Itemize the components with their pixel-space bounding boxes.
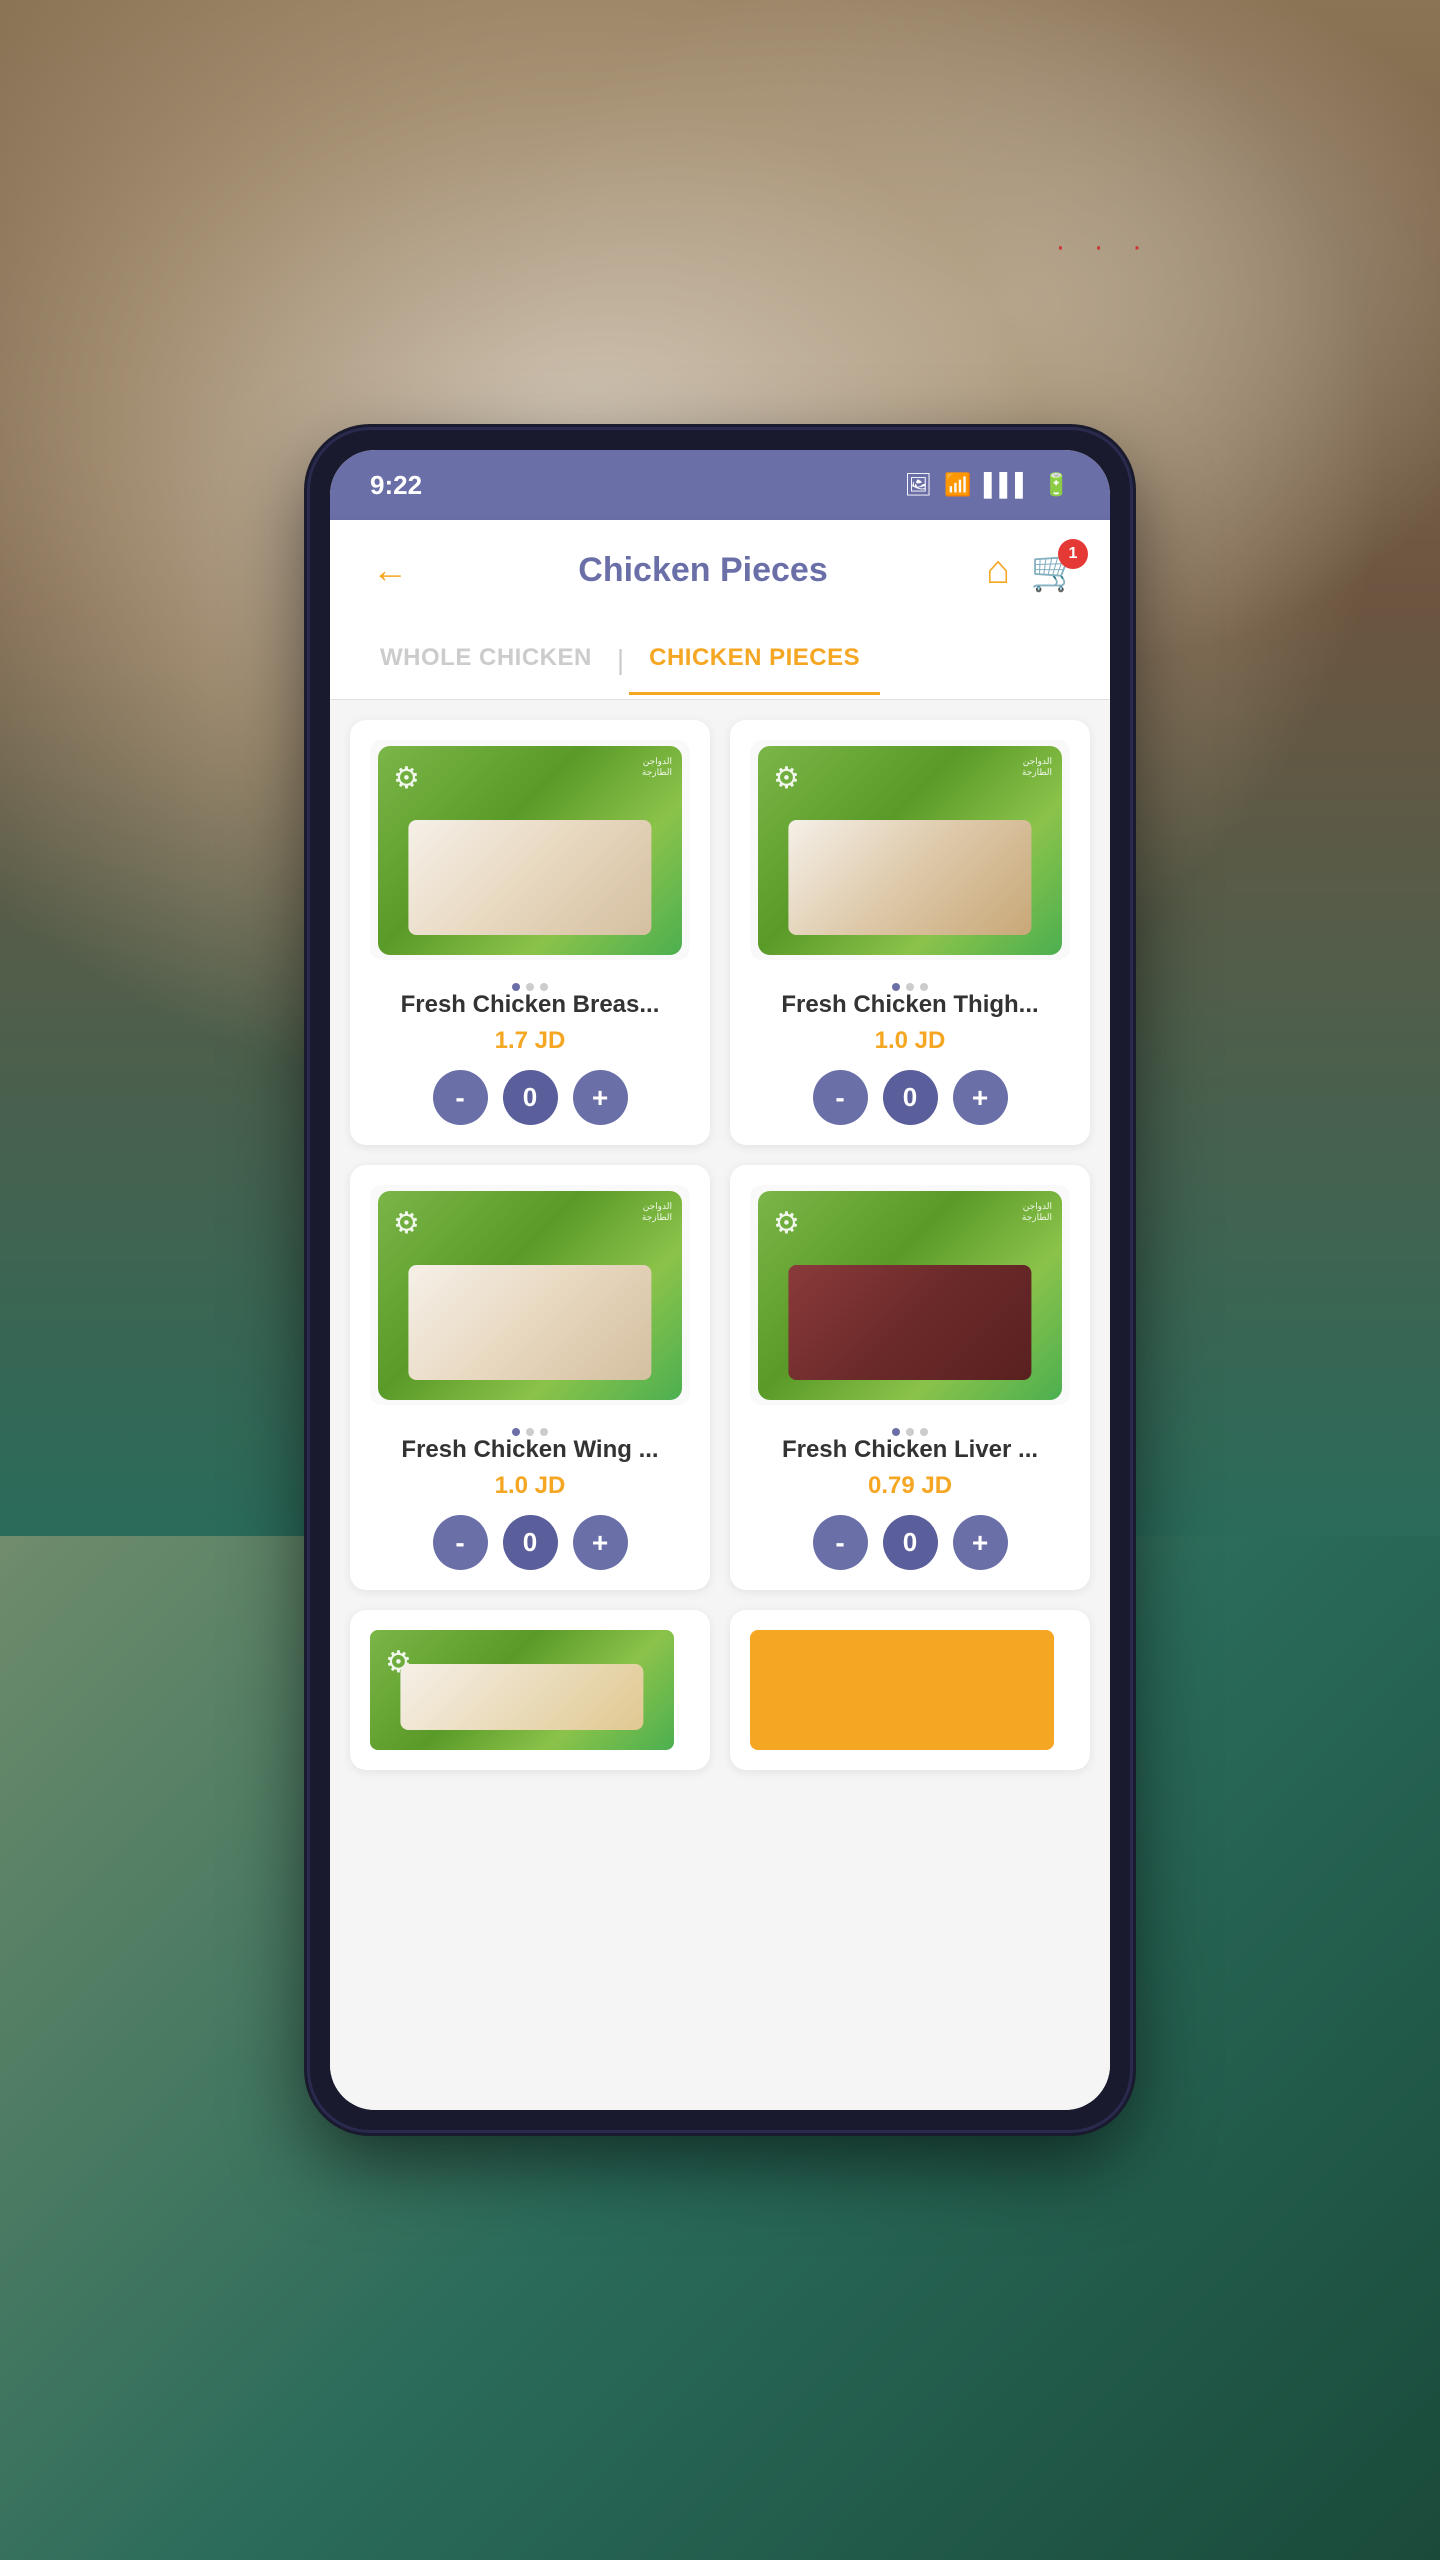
partial-card-2 (730, 1610, 1090, 1770)
product-image-thigh: ⚙ الدواجنالطازجة (750, 740, 1070, 960)
tab-divider: | (617, 644, 624, 676)
package-thigh: ⚙ الدواجنالطازجة (758, 746, 1062, 955)
status-icons: 🖼 📶 ▌▌▌ 🔋 (904, 472, 1070, 498)
product-card-chicken-breast: ⚙ الدواجنالطازجة Fresh Chicken Breas... … (350, 720, 710, 1145)
minus-button-breast[interactable]: - (433, 1070, 488, 1125)
dot (906, 983, 914, 991)
partial-cards: ⚙ (350, 1610, 1090, 1770)
minus-button-thigh[interactable]: - (813, 1070, 868, 1125)
quantity-control-wing: - 0 + (433, 1515, 628, 1570)
package-wing: ⚙ الدواجنالطازجة (378, 1191, 682, 1400)
quantity-control-breast: - 0 + (433, 1070, 628, 1125)
product-image-breast: ⚙ الدواجنالطازجة (370, 740, 690, 960)
indicator-dots-4 (892, 1428, 928, 1436)
dot (892, 1428, 900, 1436)
tray-thigh (788, 820, 1031, 935)
quantity-value-wing: 0 (503, 1515, 558, 1570)
cart-badge: 1 (1058, 539, 1088, 569)
dot (540, 1428, 548, 1436)
indicator-dots-2 (892, 983, 928, 991)
product-name-thigh: Fresh Chicken Thigh... (750, 991, 1070, 1019)
partial-package-1: ⚙ (370, 1630, 674, 1750)
cart-button[interactable]: 🛒 1 (1030, 547, 1080, 594)
plus-button-liver[interactable]: + (953, 1515, 1008, 1570)
partial-card-1: ⚙ (350, 1610, 710, 1770)
dot (920, 983, 928, 991)
wifi-icon: 📶 (944, 472, 971, 498)
windmill-icon-4: ⚙ (773, 1206, 800, 1241)
product-image-wing: ⚙ الدواجنالطازجة (370, 1185, 690, 1405)
product-name-liver: Fresh Chicken Liver ... (750, 1436, 1070, 1464)
plus-button-breast[interactable]: + (573, 1070, 628, 1125)
dot (906, 1428, 914, 1436)
header-icons: ⌂ 🛒 1 (986, 547, 1080, 594)
package-text-1: الدواجنالطازجة (642, 756, 672, 779)
minus-button-liver[interactable]: - (813, 1515, 868, 1570)
phone-screen: 9:22 🖼 📶 ▌▌▌ 🔋 ← Chicken Pieces ⌂ 🛒 1 (330, 450, 1110, 2110)
product-price-breast: 1.7 JD (495, 1027, 566, 1055)
dot (512, 1428, 520, 1436)
quantity-value-thigh: 0 (883, 1070, 938, 1125)
status-bar: 9:22 🖼 📶 ▌▌▌ 🔋 (330, 450, 1110, 520)
products-scroll[interactable]: ⚙ الدواجنالطازجة Fresh Chicken Breas... … (330, 700, 1110, 2110)
app-header: ← Chicken Pieces ⌂ 🛒 1 (330, 520, 1110, 620)
plus-button-wing[interactable]: + (573, 1515, 628, 1570)
indicator-dots-1 (512, 983, 548, 991)
dot (892, 983, 900, 991)
dot (540, 983, 548, 991)
windmill-icon-1: ⚙ (393, 761, 420, 796)
dot (526, 983, 534, 991)
quantity-control-liver: - 0 + (813, 1515, 1008, 1570)
package-liver: ⚙ الدواجنالطازجة (758, 1191, 1062, 1400)
product-price-thigh: 1.0 JD (875, 1027, 946, 1055)
status-time: 9:22 (370, 470, 422, 501)
product-card-chicken-wing: ⚙ الدواجنالطازجة Fresh Chicken Wing ... … (350, 1165, 710, 1590)
battery-icon: 🔋 (1043, 472, 1070, 498)
product-name-breast: Fresh Chicken Breas... (370, 991, 690, 1019)
windmill-icon-3: ⚙ (393, 1206, 420, 1241)
dot (512, 983, 520, 991)
quantity-value-liver: 0 (883, 1515, 938, 1570)
quantity-value-breast: 0 (503, 1070, 558, 1125)
signal-icon: ▌▌▌ (984, 472, 1031, 498)
tab-whole-chicken[interactable]: WHOLE CHICKEN (360, 624, 612, 695)
plus-button-thigh[interactable]: + (953, 1070, 1008, 1125)
dot (920, 1428, 928, 1436)
tray-liver (788, 1265, 1031, 1380)
gallery-icon: 🖼 (904, 472, 932, 498)
page-title: Chicken Pieces (420, 551, 986, 590)
package-text-4: الدواجنالطازجة (1022, 1201, 1052, 1224)
tabs-container: WHOLE CHICKEN | CHICKEN PIECES (330, 620, 1110, 700)
package-breast: ⚙ الدواجنالطازجة (378, 746, 682, 955)
tray-wing (408, 1265, 651, 1380)
package-text-2: الدواجنالطازجة (1022, 756, 1052, 779)
product-card-chicken-thigh: ⚙ الدواجنالطازجة Fresh Chicken Thigh... … (730, 720, 1090, 1145)
quantity-control-thigh: - 0 + (813, 1070, 1008, 1125)
product-name-wing: Fresh Chicken Wing ... (370, 1436, 690, 1464)
tab-chicken-pieces[interactable]: CHICKEN PIECES (629, 624, 880, 695)
windmill-icon-2: ⚙ (773, 761, 800, 796)
product-price-wing: 1.0 JD (495, 1472, 566, 1500)
phone-device: 9:22 🖼 📶 ▌▌▌ 🔋 ← Chicken Pieces ⌂ 🛒 1 (310, 430, 1130, 2130)
minus-button-wing[interactable]: - (433, 1515, 488, 1570)
indicator-dots-3 (512, 1428, 548, 1436)
product-price-liver: 0.79 JD (868, 1472, 952, 1500)
home-icon[interactable]: ⌂ (986, 548, 1010, 593)
products-grid: ⚙ الدواجنالطازجة Fresh Chicken Breas... … (350, 720, 1090, 1590)
package-text-3: الدواجنالطازجة (642, 1201, 672, 1224)
product-image-liver: ⚙ الدواجنالطازجة (750, 1185, 1070, 1405)
partial-tray-1 (400, 1664, 643, 1730)
partial-package-2 (750, 1630, 1054, 1750)
dot (526, 1428, 534, 1436)
tray-breast (408, 820, 651, 935)
back-arrow-icon: ← (372, 549, 408, 591)
back-button[interactable]: ← (360, 540, 420, 600)
product-card-chicken-liver: ⚙ الدواجنالطازجة Fresh Chicken Liver ...… (730, 1165, 1090, 1590)
